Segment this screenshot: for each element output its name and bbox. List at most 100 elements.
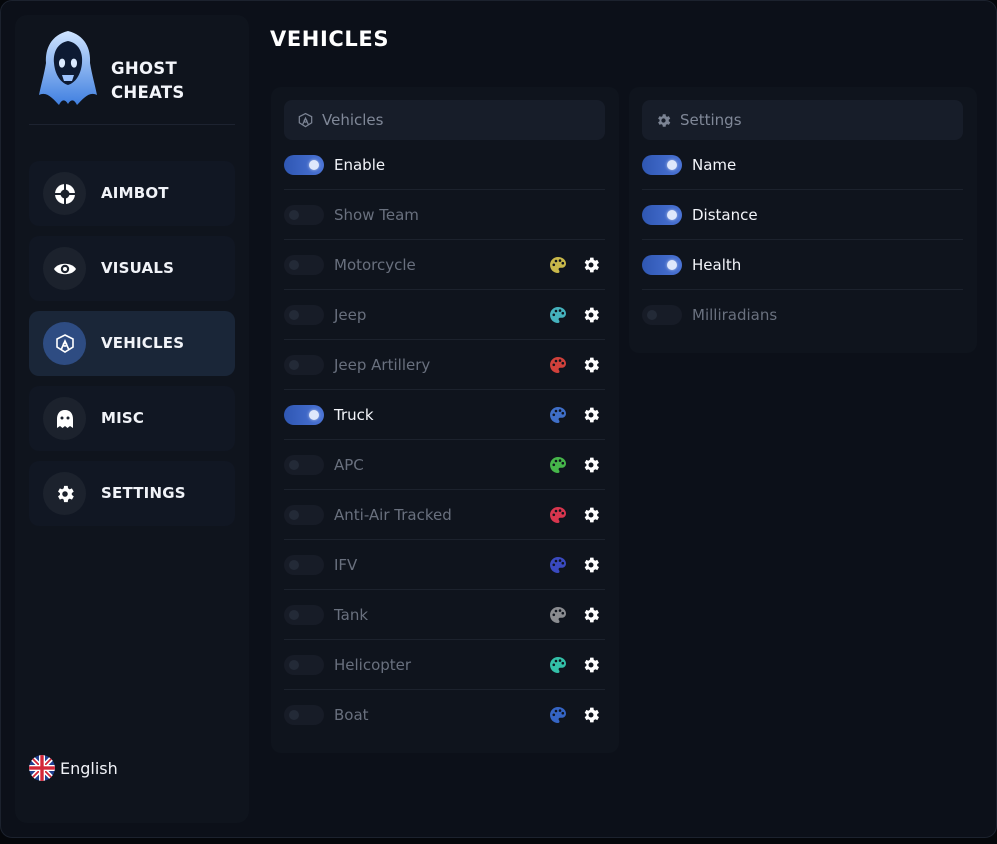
color-palette-icon[interactable] [549, 556, 567, 574]
ifv-label: IFV [334, 555, 358, 574]
toggle-knob [289, 359, 299, 370]
gear-icon[interactable] [581, 505, 601, 525]
vehicle-icon [43, 322, 86, 365]
color-palette-icon[interactable] [549, 656, 567, 674]
apc-toggle[interactable] [284, 454, 324, 475]
row-tools [549, 255, 601, 275]
jeep-artillery-label: Jeep Artillery [334, 355, 431, 374]
brand: GHOST CHEATS [39, 29, 229, 109]
name-label: Name [692, 155, 737, 174]
page-title: VEHICLES [270, 27, 390, 51]
nav-label: AIMBOT [101, 184, 169, 202]
anti-air-tracked-toggle[interactable] [284, 504, 324, 525]
color-palette-icon[interactable] [549, 306, 567, 324]
show-team-toggle[interactable] [284, 204, 324, 225]
truck-label: Truck [334, 405, 374, 424]
row-tools [549, 705, 601, 725]
brand-line-2: CHEATS [111, 83, 185, 102]
ghost-logo-icon [39, 31, 97, 105]
nav-item-settings[interactable]: SETTINGS [29, 461, 235, 526]
nav-item-visuals[interactable]: VISUALS [29, 236, 235, 301]
toggle-knob [289, 509, 299, 520]
sidebar: GHOST CHEATS AIMBOT VISUALS VEHICLES MIS… [15, 15, 249, 823]
vehicles-panel-title: Vehicles [322, 111, 384, 129]
distance-toggle[interactable] [642, 204, 682, 225]
anti-air-tracked-label: Anti-Air Tracked [334, 505, 452, 524]
color-palette-icon[interactable] [549, 256, 567, 274]
helicopter-label: Helicopter [334, 655, 412, 674]
crosshair-icon [43, 172, 86, 215]
gear-icon[interactable] [581, 355, 601, 375]
nav-item-aimbot[interactable]: AIMBOT [29, 161, 235, 226]
toggle-knob [667, 209, 677, 220]
enable-label: Enable [334, 155, 386, 174]
row-tools [549, 305, 601, 325]
color-palette-icon[interactable] [549, 606, 567, 624]
color-palette-icon[interactable] [549, 406, 567, 424]
toggle-knob [289, 209, 299, 220]
enable-toggle[interactable] [284, 154, 324, 175]
ifv-toggle[interactable] [284, 554, 324, 575]
row-tools [549, 655, 601, 675]
toggle-knob [667, 259, 677, 270]
color-palette-icon[interactable] [549, 506, 567, 524]
option-row-jeep-artillery: Jeep Artillery [284, 340, 605, 390]
color-palette-icon[interactable] [549, 706, 567, 724]
gear-icon[interactable] [581, 605, 601, 625]
motorcycle-toggle[interactable] [284, 254, 324, 275]
option-row-boat: Boat [284, 690, 605, 740]
eye-icon [43, 247, 86, 290]
toggle-knob [289, 659, 299, 670]
helicopter-toggle[interactable] [284, 654, 324, 675]
nav-label: VEHICLES [101, 334, 185, 352]
option-row-tank: Tank [284, 590, 605, 640]
nav-label: MISC [101, 409, 145, 427]
settings-panel: Settings Name Distance Health Milliradians [629, 87, 977, 353]
toggle-knob [289, 259, 299, 270]
name-toggle[interactable] [642, 154, 682, 175]
language-selector[interactable]: English [29, 755, 118, 781]
nav-item-vehicles[interactable]: VEHICLES [29, 311, 235, 376]
toggle-knob [289, 609, 299, 620]
tank-toggle[interactable] [284, 604, 324, 625]
gear-icon[interactable] [581, 255, 601, 275]
gear-icon[interactable] [581, 305, 601, 325]
boat-toggle[interactable] [284, 705, 324, 725]
brand-name: GHOST CHEATS [111, 57, 185, 105]
nav-item-misc[interactable]: MISC [29, 386, 235, 451]
option-row-name: Name [642, 140, 963, 190]
option-row-jeep: Jeep [284, 290, 605, 340]
gear-icon[interactable] [581, 555, 601, 575]
health-toggle[interactable] [642, 254, 682, 275]
sidebar-divider [29, 124, 235, 125]
toggle-knob [667, 159, 677, 170]
row-tools [549, 455, 601, 475]
option-row-ifv: IFV [284, 540, 605, 590]
jeep-toggle[interactable] [284, 304, 324, 325]
milliradians-toggle[interactable] [642, 305, 682, 325]
row-tools [549, 505, 601, 525]
show-team-label: Show Team [334, 205, 419, 224]
toggle-knob [309, 159, 319, 170]
boat-label: Boat [334, 706, 369, 724]
color-palette-icon[interactable] [549, 456, 567, 474]
gear-icon[interactable] [581, 655, 601, 675]
apc-label: APC [334, 455, 364, 474]
gear-icon [43, 472, 86, 515]
option-row-motorcycle: Motorcycle [284, 240, 605, 290]
gear-icon[interactable] [581, 455, 601, 475]
option-row-health: Health [642, 240, 963, 290]
row-tools [549, 605, 601, 625]
brand-line-1: GHOST [111, 59, 178, 78]
language-label: English [60, 758, 118, 778]
jeep-artillery-toggle[interactable] [284, 354, 324, 375]
option-row-milliradians: Milliradians [642, 290, 963, 340]
motorcycle-label: Motorcycle [334, 255, 416, 274]
truck-toggle[interactable] [284, 404, 324, 425]
color-palette-icon[interactable] [549, 356, 567, 374]
milliradians-label: Milliradians [692, 306, 778, 324]
gear-icon [654, 111, 672, 129]
gear-icon[interactable] [581, 405, 601, 425]
gear-icon[interactable] [581, 705, 601, 725]
tank-label: Tank [334, 605, 369, 624]
